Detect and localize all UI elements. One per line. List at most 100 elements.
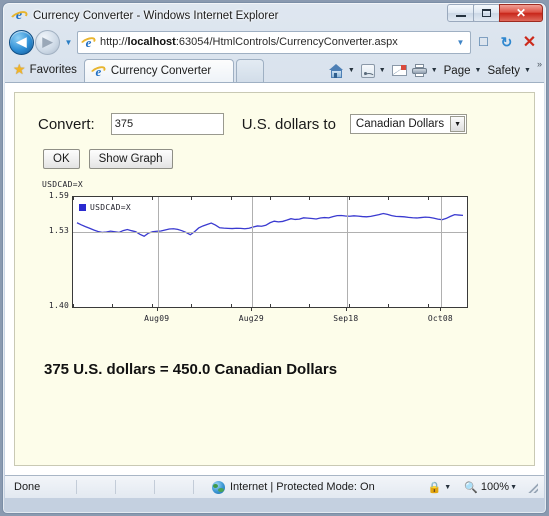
chart-minor-tick: [388, 304, 390, 307]
title-bar: e Currency Converter - Windows Internet …: [3, 3, 546, 28]
chart-minor-tick: [348, 197, 350, 200]
page-menu-caret-icon[interactable]: ▼: [474, 67, 485, 74]
chart-x-tick-label: Aug29: [238, 314, 264, 323]
internet-explorer-logo-icon: e: [8, 8, 30, 24]
stop-icon[interactable]: ✕: [519, 32, 540, 53]
window-title: Currency Converter - Windows Internet Ex…: [33, 9, 279, 22]
chart-minor-tick: [230, 304, 232, 307]
tab-currency-converter[interactable]: e Currency Converter: [83, 59, 234, 82]
chart-minor-tick: [151, 197, 153, 200]
chart-y-tick-label: 1.40: [48, 301, 69, 310]
safety-menu-button[interactable]: Safety: [485, 61, 522, 81]
safety-menu-caret-icon[interactable]: ▼: [523, 67, 534, 74]
page-menu-button[interactable]: Page: [442, 61, 473, 81]
command-toolbar: ▼ ▼ ▼ Page ▼ Safety ▼ »: [327, 59, 546, 82]
chart-x-axis: Aug09 Aug29 Sep18 Oct08: [72, 308, 468, 330]
chart-gridline-vertical: [157, 197, 159, 307]
chart-gridline-vertical: [441, 197, 443, 307]
home-icon: [328, 63, 344, 78]
chart-minor-tick: [467, 197, 468, 200]
tab-label: Currency Converter: [110, 65, 212, 77]
zoom-caret-icon[interactable]: ▼: [509, 484, 520, 491]
minimize-icon: [455, 15, 466, 17]
web-page: Convert: U.S. dollars to Canadian Dollar…: [14, 92, 535, 466]
chart-minor-tick: [112, 304, 114, 307]
chart-x-tick-label: Oct08: [427, 314, 453, 323]
feed-icon: [360, 63, 375, 78]
chart-gridline-vertical: [346, 197, 348, 307]
chart-minor-tick: [309, 304, 311, 307]
recent-pages-button[interactable]: ▼: [62, 31, 75, 53]
feeds-button[interactable]: [359, 61, 377, 81]
internet-zone-icon: [212, 480, 225, 494]
security-zone-indicator[interactable]: Internet | Protected Mode: On: [212, 480, 375, 494]
print-dropdown-caret-icon[interactable]: ▼: [430, 67, 441, 74]
chart-gridline-vertical: [252, 197, 254, 307]
privacy-report-icon[interactable]: 🔒: [426, 480, 443, 494]
refresh-icon[interactable]: ↻: [496, 32, 517, 53]
page-favicon-icon: e: [79, 35, 97, 50]
chart-minor-tick: [151, 304, 153, 307]
chart-line-usdcad: [77, 214, 463, 237]
maximize-button[interactable]: [473, 4, 500, 22]
browser-window: e Currency Converter - Windows Internet …: [2, 2, 547, 514]
resize-grip[interactable]: [526, 481, 538, 493]
chart-minor-tick: [309, 197, 311, 200]
status-bar: Done Internet | Protected Mode: On 🔒 ▼ 🔍…: [5, 475, 544, 498]
mail-icon: [391, 65, 407, 76]
zoom-level-text: 100%: [480, 481, 510, 493]
exchange-rate-chart: USDCAD=X 1.40 1.53 1.59 USDCAD=X Aug09 Aug2…: [42, 180, 498, 335]
printer-icon: [411, 64, 427, 77]
form-buttons: OK Show Graph: [15, 135, 534, 169]
back-button[interactable]: ◀: [9, 29, 34, 55]
status-bar-right: 🔒 ▼ 🔍 100% ▼: [426, 480, 544, 494]
chart-minor-tick: [112, 197, 114, 200]
close-button[interactable]: ✕: [499, 4, 543, 22]
chart-x-tick-mark: [251, 308, 253, 311]
maximize-icon: [482, 9, 491, 17]
home-button[interactable]: [327, 61, 346, 81]
chart-x-tick-label: Aug09: [144, 314, 170, 323]
chart-minor-tick: [348, 304, 350, 307]
chevron-down-icon: ▼: [450, 116, 466, 132]
feeds-dropdown-caret-icon[interactable]: ▼: [378, 67, 389, 74]
compatibility-view-icon[interactable]: ☐: [473, 32, 494, 53]
chart-minor-tick: [467, 304, 468, 307]
address-dropdown-icon[interactable]: ▼: [453, 38, 468, 47]
home-dropdown-caret-icon[interactable]: ▼: [347, 67, 358, 74]
minimize-button[interactable]: [447, 4, 474, 22]
show-graph-button[interactable]: Show Graph: [88, 149, 173, 169]
mail-button[interactable]: [390, 61, 409, 81]
star-icon: ★: [13, 61, 26, 77]
chart-y-axis: 1.40 1.53 1.59: [42, 180, 69, 325]
tab-favicon-icon: e: [88, 64, 107, 79]
chart-series-line: [73, 197, 467, 307]
chart-gridline-horizontal: [73, 231, 467, 233]
target-currency-select[interactable]: Canadian Dollars ▼: [349, 114, 468, 134]
chart-minor-tick: [73, 304, 74, 307]
new-tab-button[interactable]: [235, 59, 264, 82]
converter-form: Convert: U.S. dollars to Canadian Dollar…: [15, 93, 534, 135]
chart-minor-tick: [388, 197, 390, 200]
favorites-button[interactable]: ★ Favorites: [9, 59, 84, 80]
print-button[interactable]: [410, 61, 429, 81]
address-url-text: http://localhost:63054/HtmlControls/Curr…: [100, 36, 398, 48]
chart-x-tick-label: Sep18: [333, 314, 359, 323]
conversion-result: 375 U.S. dollars = 450.0 Canadian Dollar…: [44, 361, 338, 378]
forward-button[interactable]: ▶: [35, 29, 60, 55]
chart-y-tick-label: 1.53: [48, 225, 69, 235]
favorites-label: Favorites: [29, 63, 77, 76]
zoom-control[interactable]: 🔍 100%: [464, 481, 509, 494]
chart-x-tick-mark: [156, 308, 158, 311]
chart-minor-tick: [427, 304, 429, 307]
tab-bar: ★ Favorites e Currency Converter ▼ ▼ ▼ P…: [3, 56, 546, 82]
chart-minor-tick: [270, 197, 271, 200]
address-input[interactable]: e http://localhost:63054/HtmlControls/Cu…: [77, 30, 471, 54]
privacy-caret-icon[interactable]: ▼: [443, 484, 454, 491]
target-currency-value: Canadian Dollars: [355, 118, 445, 130]
toolbar-overflow-button[interactable]: »: [535, 59, 542, 69]
amount-input[interactable]: [110, 113, 224, 135]
ok-button[interactable]: OK: [43, 149, 80, 169]
page-viewport: Convert: U.S. dollars to Canadian Dollar…: [5, 82, 544, 475]
convert-label: Convert:: [38, 115, 95, 133]
